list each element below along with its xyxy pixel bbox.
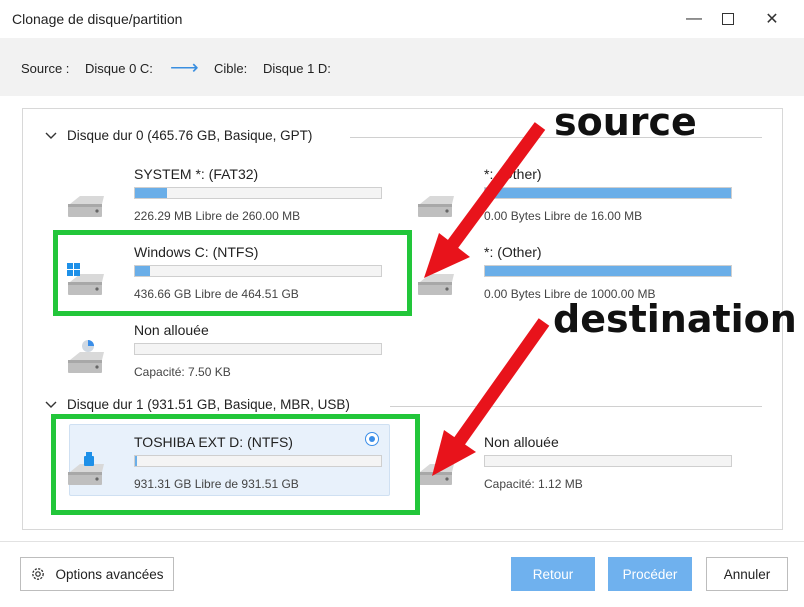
drive-icon bbox=[418, 274, 454, 295]
partition-name: Non allouée bbox=[134, 322, 209, 338]
drive-icon bbox=[418, 464, 454, 485]
partition-system[interactable]: SYSTEM *: (FAT32) 226.29 MB Libre de 260… bbox=[52, 162, 392, 234]
source-annotation-label: source bbox=[554, 100, 697, 144]
close-button[interactable]: ✕ bbox=[750, 0, 794, 38]
partition-other-1[interactable]: *: (Other) 0.00 Bytes Libre de 16.00 MB bbox=[402, 162, 742, 234]
divider bbox=[390, 406, 762, 407]
partition-name: *: (Other) bbox=[484, 244, 542, 260]
partition-unallocated-0[interactable]: Non allouée Capacité: 7.50 KB bbox=[52, 318, 392, 390]
partition-info: Capacité: 7.50 KB bbox=[134, 365, 231, 379]
maximize-button[interactable] bbox=[706, 0, 750, 38]
partition-info: Capacité: 1.12 MB bbox=[484, 477, 583, 491]
usage-bar-fill bbox=[485, 188, 731, 198]
chevron-down-icon bbox=[45, 401, 57, 408]
cancel-button[interactable]: Annuler bbox=[706, 557, 788, 591]
partition-unallocated-1[interactable]: Non allouée Capacité: 1.12 MB bbox=[402, 430, 742, 502]
usage-bar bbox=[134, 187, 382, 199]
partition-name: Non allouée bbox=[484, 434, 559, 450]
drive-icon bbox=[418, 196, 454, 217]
destination-highlight-box bbox=[51, 414, 420, 515]
partition-name: *: (Other) bbox=[484, 166, 542, 182]
partition-info: 0.00 Bytes Libre de 16.00 MB bbox=[484, 209, 643, 223]
advanced-options-button[interactable]: Options avancées bbox=[20, 557, 174, 591]
back-button[interactable]: Retour bbox=[511, 557, 595, 591]
arrow-right-icon: ⟶ bbox=[170, 57, 199, 79]
partition-info: 226.29 MB Libre de 260.00 MB bbox=[134, 209, 301, 223]
destination-annotation-label: destination bbox=[553, 297, 797, 341]
advanced-options-label: Options avancées bbox=[55, 566, 164, 582]
disk-1-title: Disque dur 1 (931.51 GB, Basique, MBR, U… bbox=[67, 397, 350, 412]
usage-bar bbox=[484, 187, 732, 199]
window-title: Clonage de disque/partition bbox=[12, 11, 183, 27]
disk-0-title: Disque dur 0 (465.76 GB, Basique, GPT) bbox=[67, 128, 313, 143]
usage-bar bbox=[134, 343, 382, 355]
unallocated-drive-icon bbox=[68, 340, 104, 373]
usage-bar bbox=[484, 455, 732, 467]
source-highlight-box bbox=[53, 230, 412, 316]
proceed-button[interactable]: Procéder bbox=[608, 557, 692, 591]
title-bar: Clonage de disque/partition — ✕ bbox=[0, 0, 804, 38]
chevron-down-icon bbox=[45, 132, 57, 139]
usage-bar-fill bbox=[485, 266, 731, 276]
clone-path-bar: Source : Disque 0 C: ⟶ Cible: Disque 1 D… bbox=[0, 38, 804, 96]
maximize-icon bbox=[722, 13, 734, 25]
usage-bar bbox=[484, 265, 732, 277]
drive-icon bbox=[68, 196, 104, 217]
source-value: Disque 0 C: bbox=[85, 61, 153, 76]
usage-bar-fill bbox=[135, 188, 167, 198]
disk-1-header[interactable]: Disque dur 1 (931.51 GB, Basique, MBR, U… bbox=[44, 397, 350, 412]
target-label: Cible: bbox=[214, 61, 248, 76]
divider bbox=[0, 541, 804, 542]
target-value: Disque 1 D: bbox=[263, 61, 331, 76]
disk-0-header[interactable]: Disque dur 0 (465.76 GB, Basique, GPT) bbox=[44, 128, 312, 143]
gear-icon bbox=[32, 568, 45, 580]
source-label: Source : bbox=[21, 61, 70, 76]
partition-name: SYSTEM *: (FAT32) bbox=[134, 166, 259, 182]
